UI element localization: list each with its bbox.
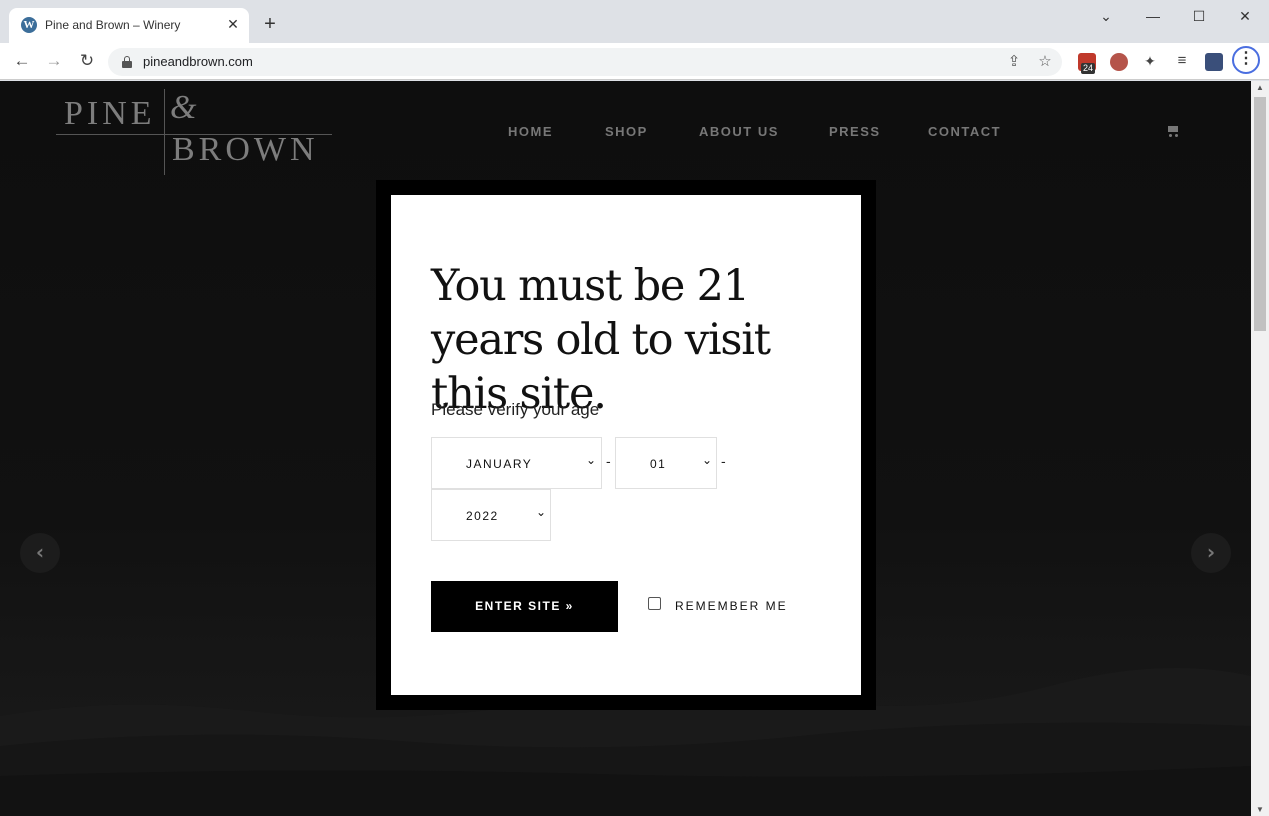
- wordpress-favicon-icon: W: [21, 17, 37, 33]
- month-select-value: JANUARY: [466, 457, 533, 471]
- chevron-down-icon: ⌄: [702, 453, 714, 467]
- browser-toolbar: ← → ↻ pineandbrown.com ⇪ ☆ ✦ ≡ ⋮: [0, 43, 1269, 80]
- back-button[interactable]: ←: [10, 50, 34, 72]
- avast-extension-icon[interactable]: [1110, 53, 1128, 71]
- age-gate-modal: You must be 21 years old to visit this s…: [391, 195, 861, 695]
- shopping-cart-icon[interactable]: [1166, 125, 1180, 137]
- chevron-down-icon: ⌄: [536, 505, 548, 519]
- nav-press[interactable]: PRESS: [829, 124, 881, 139]
- page-scrollbar[interactable]: ▲ ▼: [1251, 81, 1269, 816]
- media-playlist-icon[interactable]: ≡: [1170, 50, 1194, 72]
- nav-home[interactable]: HOME: [508, 124, 553, 139]
- url-text[interactable]: pineandbrown.com: [143, 54, 253, 69]
- remember-me-checkbox[interactable]: [648, 597, 661, 610]
- logo-divider-vertical: [164, 89, 165, 175]
- tab-strip: W Pine and Brown – Winery ✕ + ⌄ — ☐ ✕: [0, 0, 1269, 43]
- browser-tab[interactable]: W Pine and Brown – Winery ✕: [9, 8, 249, 43]
- nav-shop[interactable]: SHOP: [605, 124, 648, 139]
- extensions-puzzle-icon[interactable]: ✦: [1138, 50, 1162, 72]
- cube-extension-icon[interactable]: [1205, 53, 1223, 71]
- scroll-down-arrow-icon[interactable]: ▼: [1255, 805, 1265, 814]
- address-bar[interactable]: pineandbrown.com ⇪ ☆: [108, 48, 1062, 76]
- nav-about-us[interactable]: ABOUT US: [699, 124, 779, 139]
- logo-ampersand: &: [170, 89, 197, 126]
- year-select[interactable]: 2022 ⌄: [431, 489, 551, 541]
- month-select[interactable]: JANUARY ⌄: [431, 437, 602, 489]
- age-gate-modal-frame: You must be 21 years old to visit this s…: [376, 180, 876, 710]
- tab-close-icon[interactable]: ✕: [225, 16, 241, 32]
- page-viewport: PINE & BROWN HOME SHOP ABOUT US PRESS CO…: [0, 81, 1251, 816]
- bookmark-star-icon[interactable]: ☆: [1035, 52, 1055, 70]
- minimize-button[interactable]: —: [1130, 6, 1176, 26]
- tab-title: Pine and Brown – Winery: [45, 18, 181, 32]
- site-logo[interactable]: PINE & BROWN: [56, 89, 332, 175]
- browser-menu-icon[interactable]: ⋮: [1232, 46, 1260, 74]
- remember-me-label[interactable]: REMEMBER ME: [675, 599, 788, 613]
- new-tab-button[interactable]: +: [260, 14, 280, 34]
- logo-brown-text: BROWN: [172, 131, 319, 168]
- day-select-value: 01: [650, 457, 667, 471]
- tab-search-chevron-icon[interactable]: ⌄: [1083, 6, 1129, 26]
- maximize-button[interactable]: ☐: [1176, 6, 1222, 26]
- slider-next-arrow-icon[interactable]: ›: [1191, 533, 1231, 573]
- scrollbar-thumb[interactable]: [1254, 97, 1266, 331]
- age-gate-heading: You must be 21 years old to visit this s…: [431, 261, 771, 419]
- scroll-up-arrow-icon[interactable]: ▲: [1255, 83, 1265, 92]
- date-separator: -: [606, 453, 611, 469]
- share-icon[interactable]: ⇪: [1004, 52, 1024, 70]
- verify-age-label: Please verify your age: [431, 400, 600, 419]
- extension-badge: 24: [1081, 63, 1096, 74]
- nav-contact[interactable]: CONTACT: [928, 124, 1001, 139]
- lock-icon[interactable]: [122, 56, 132, 68]
- logo-pine-text: PINE: [64, 95, 156, 132]
- slider-prev-arrow-icon[interactable]: ‹: [20, 533, 60, 573]
- reload-button[interactable]: ↻: [75, 50, 99, 72]
- day-select[interactable]: 01 ⌄: [615, 437, 717, 489]
- date-separator: -: [721, 453, 726, 469]
- close-window-button[interactable]: ✕: [1222, 6, 1268, 26]
- enter-site-button[interactable]: ENTER SITE »: [431, 581, 618, 632]
- forward-button[interactable]: →: [42, 50, 66, 72]
- year-select-value: 2022: [466, 509, 499, 523]
- chevron-down-icon: ⌄: [586, 453, 598, 467]
